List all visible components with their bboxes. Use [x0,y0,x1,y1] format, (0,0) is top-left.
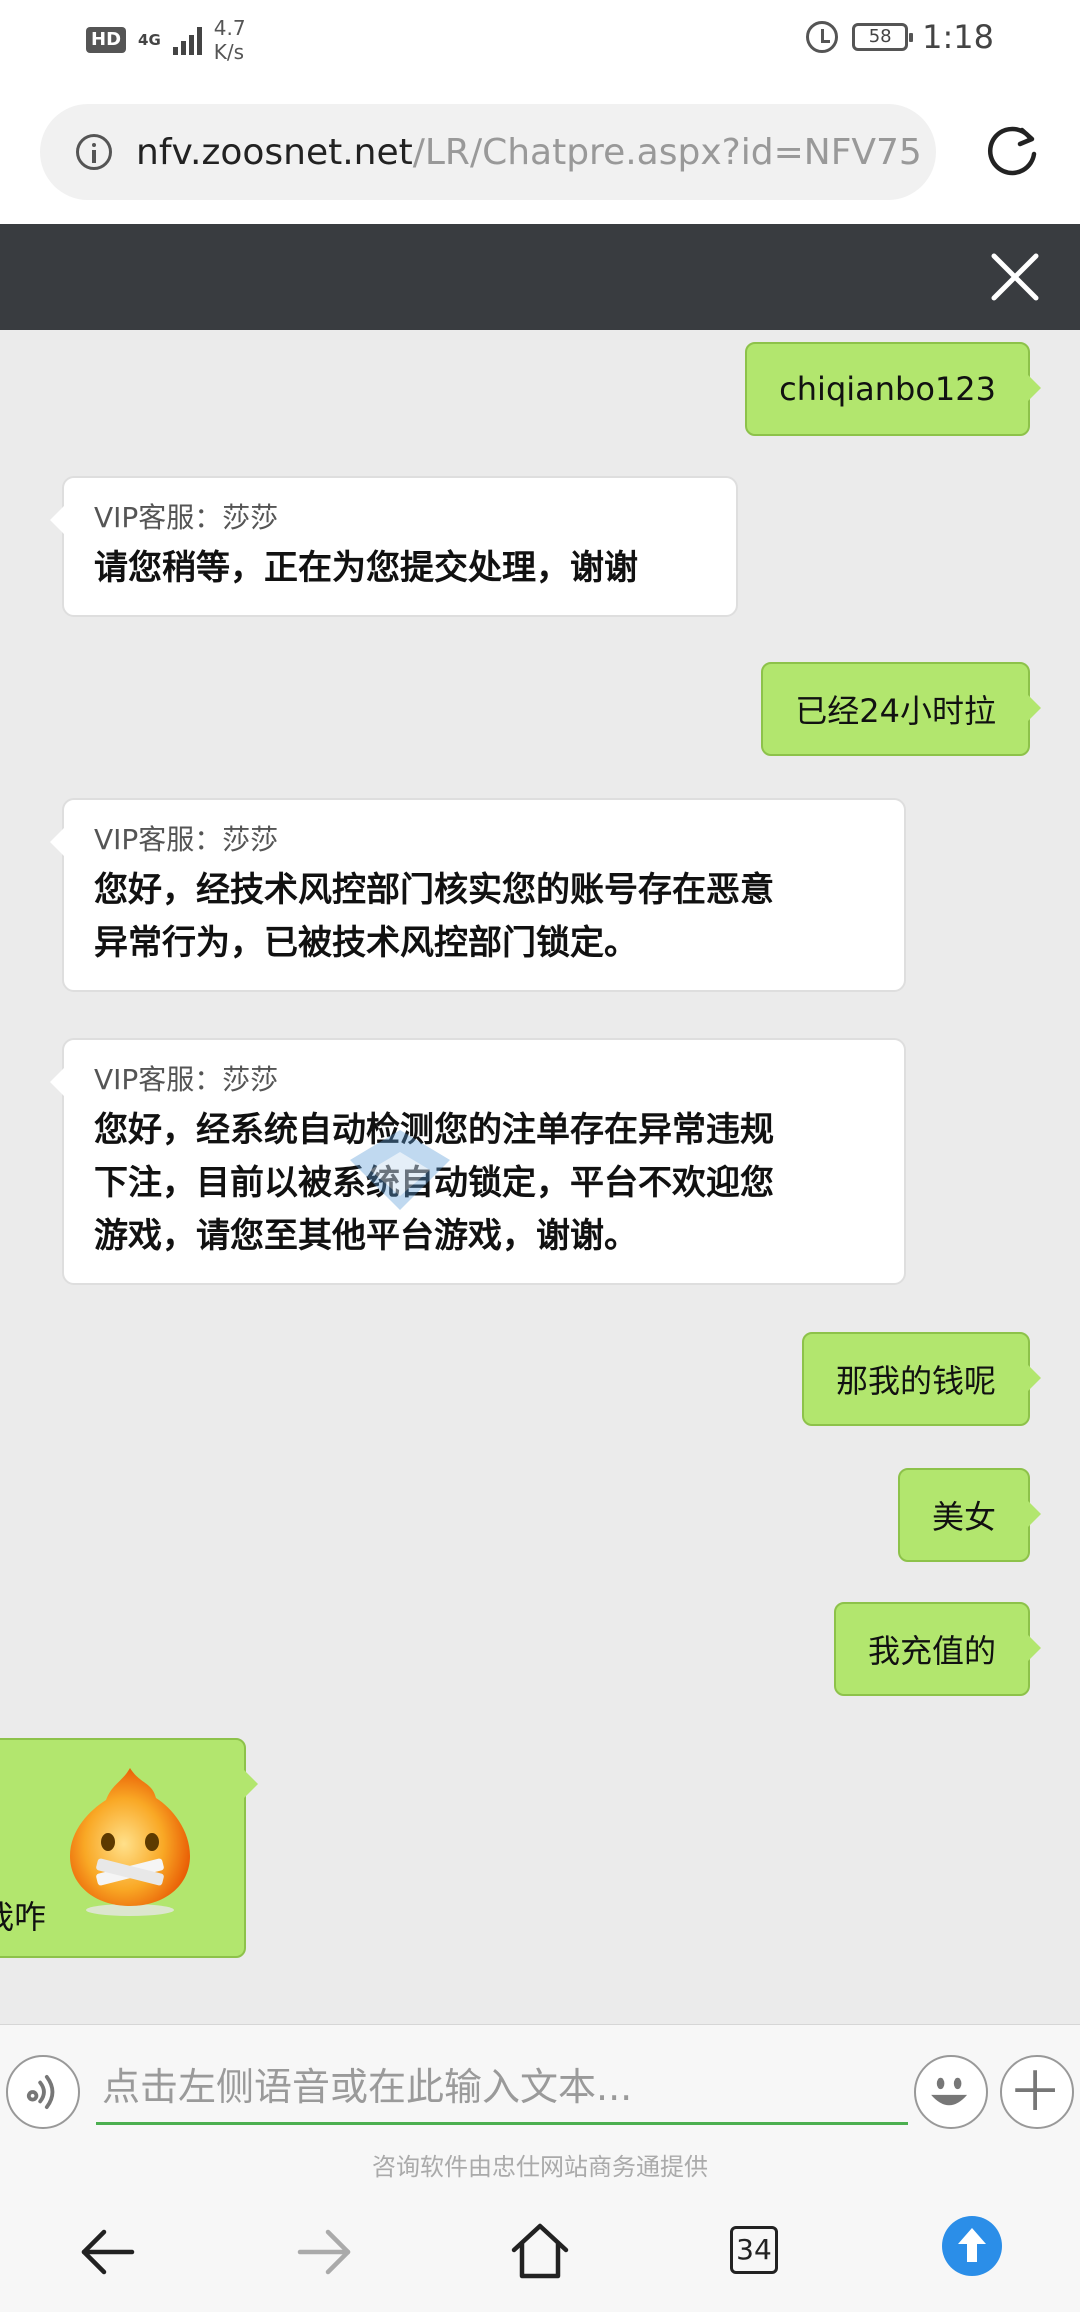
back-arrow-icon[interactable] [76,2220,140,2284]
message-text: 已经24小时拉 [795,692,996,730]
incoming-message: VIP客服：莎莎 您好，经技术风控部门核实您的账号存在恶意 异常行为，已被技术风… [50,798,906,992]
chat-input-area: 咨询软件由忠仕网站商务通提供 [0,2024,1080,2186]
forward-arrow-icon[interactable] [292,2220,356,2284]
sender-name: VIP客服：莎莎 [94,501,279,534]
battery-icon: 58 [852,23,914,51]
info-icon[interactable] [76,134,112,170]
message-text: 美女 [931,1498,996,1536]
status-right: 58 1:18 [806,18,994,56]
outgoing-message: 那我的钱呢 [801,1332,1042,1426]
upload-icon[interactable] [942,2216,1002,2276]
message-text: 那我的钱呢 [835,1362,996,1400]
url-text[interactable]: nfv.zoosnet.net/LR/Chatpre.aspx?id=NFV75 [136,132,926,173]
message-line: 您好，经系统自动检测您的注单存在异常违规 [94,1110,774,1150]
alarm-icon [806,21,839,53]
message-line: 游戏，请您至其他平台游戏，谢谢。 [94,1216,638,1256]
voice-icon [26,2074,55,2110]
status-left: HD 4G 4.7 K/s [86,16,262,64]
message-text: chiqianbo123 [779,370,996,408]
message-text: 我充值的 [867,1632,996,1670]
smiley-icon [931,2077,968,2106]
message-text: 您好，经系统自动检测您的注单存在异常违规 下注，目前以被系统自动锁定，平台不欢迎… [94,1104,874,1263]
network-speed: 4.7 K/s [213,16,246,64]
plus-icon [1015,2070,1055,2110]
signal-icon [172,25,202,55]
outgoing-message: 我充值的 [833,1602,1042,1696]
message-line: 请您稍等，正在为您提交处理，谢谢 [94,548,638,588]
message-line: 异常行为，已被技术风控部门锁定。 [94,923,638,963]
more-button[interactable] [1000,2055,1074,2129]
browser-toolbar: nfv.zoosnet.net/LR/Chatpre.aspx?id=NFV75 [0,80,1080,224]
message-line: 下注，目前以被系统自动锁定，平台不欢迎您 [94,1163,774,1203]
clock-time: 1:18 [922,18,994,56]
browser-navbar: 34 [0,2186,1080,2312]
incoming-message: VIP客服：莎莎 您好，经系统自动检测您的注单存在异常违规 下注，目前以被系统自… [50,1038,906,1285]
arrow-up-icon [958,2228,986,2262]
powered-by-text: 咨询软件由忠仕网站商务通提供 [372,2153,708,2181]
mouth-taped-emoji-icon [70,1768,190,1916]
message-text: 请您稍等，正在为您提交处理，谢谢 [94,542,706,595]
outgoing-message: 已经24小时拉 [761,662,1041,756]
outgoing-emoji-message: 我咋 [0,1738,258,1958]
address-bar[interactable]: nfv.zoosnet.net/LR/Chatpre.aspx?id=NFV75 [40,104,936,200]
sender-name: VIP客服：莎莎 [94,1063,279,1096]
chat-header [0,224,1080,330]
incoming-message: VIP客服：莎莎 请您稍等，正在为您提交处理，谢谢 [50,476,738,617]
url-host: nfv.zoosnet.net [136,131,413,173]
emoji-button[interactable] [914,2055,988,2129]
message-text: 我咋 [0,1898,47,1936]
hd-badge: HD [86,27,127,53]
outgoing-message: 美女 [897,1468,1042,1562]
message-line: 您好，经技术风控部门核实您的账号存在恶意 [94,870,774,910]
home-icon[interactable] [508,2220,572,2284]
sender-name: VIP客服：莎莎 [94,823,279,856]
network-type: 4G [138,30,161,49]
outgoing-message: chiqianbo123 [745,342,1041,436]
close-icon[interactable] [988,250,1042,304]
url-path: /LR/Chatpre.aspx?id=NFV75 [412,131,922,173]
refresh-icon[interactable] [984,124,1040,180]
message-input[interactable] [96,2051,908,2125]
message-text: 您好，经技术风控部门核实您的账号存在恶意 异常行为，已被技术风控部门锁定。 [94,864,874,970]
status-bar: HD 4G 4.7 K/s 58 1:18 [0,0,1080,80]
tabs-button[interactable]: 34 [730,2226,778,2274]
voice-button[interactable] [6,2055,80,2129]
